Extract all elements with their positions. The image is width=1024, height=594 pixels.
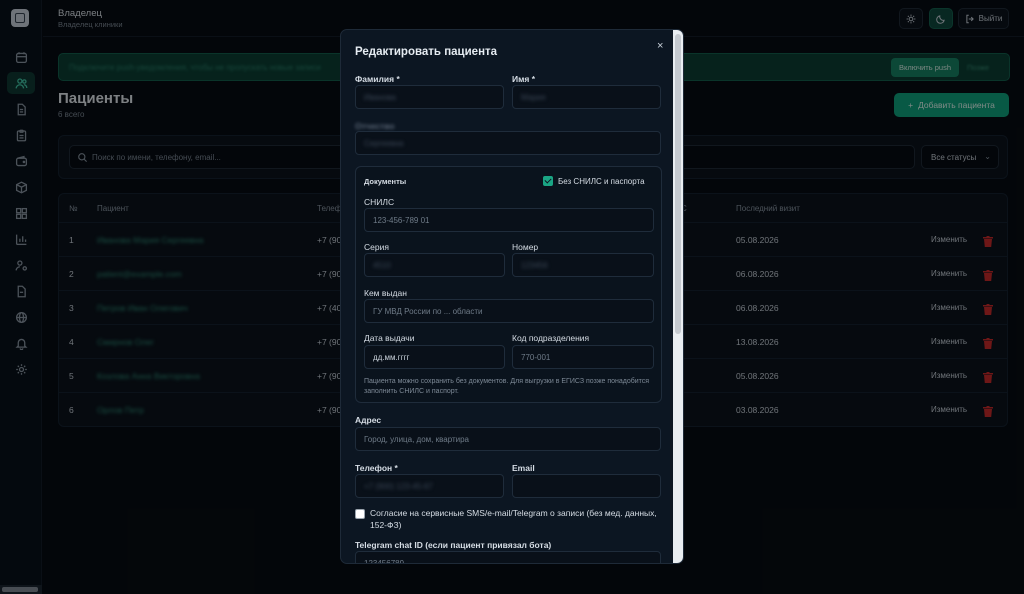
passport-number-input[interactable]: 123456 [512,253,654,277]
issued-by-input[interactable]: ГУ МВД России по ... области [364,299,654,323]
phone-value: +7 (900) 123-45-67 [364,482,433,491]
passport-series-label: Серия [364,242,389,252]
telegram-placeholder: 123456789 [364,559,405,564]
last-name-value: Иванова [364,93,396,102]
telegram-label: Telegram chat ID (если пациент привязал … [355,540,552,550]
address-placeholder: Город, улица, дом, квартира [364,435,469,444]
dept-code-input[interactable]: 770-001 [512,345,654,369]
edit-patient-modal: Редактировать пациента × Фамилия * Ивано… [340,29,684,564]
email-label: Email [512,463,535,473]
issue-date-placeholder: дд.мм.гггг [373,353,410,362]
issue-date-label: Дата выдачи [364,333,415,343]
close-icon[interactable]: × [657,40,663,52]
no-docs-label: Без СНИЛС и паспорта [558,177,645,186]
last-name-label: Фамилия * [355,74,400,84]
documents-hint: Пациента можно сохранить без документов.… [364,378,650,395]
issued-by-placeholder: ГУ МВД России по ... области [373,307,483,316]
email-input[interactable] [512,474,661,498]
issue-date-input[interactable]: дд.мм.гггг [364,345,505,369]
middle-name-label: Отчество [355,121,395,131]
last-name-input[interactable]: Иванова [355,85,504,109]
first-name-label: Имя * [512,74,536,84]
phone-input[interactable]: +7 (900) 123-45-67 [355,474,504,498]
documents-title: Документы [364,177,407,186]
dept-code-label: Код подразделения [512,333,590,343]
middle-name-value: Сергеевна [364,139,404,148]
first-name-value: Мария [521,93,546,102]
issued-by-label: Кем выдан [364,288,407,298]
telegram-input[interactable]: 123456789 [355,551,661,564]
address-input[interactable]: Город, улица, дом, квартира [355,427,661,451]
documents-section: Документы Без СНИЛС и паспорта СНИЛС 123… [355,166,662,403]
snils-label: СНИЛС [364,197,395,207]
phone-label: Телефон * [355,463,398,473]
passport-number-value: 123456 [521,261,548,270]
consent-label: Согласие на сервисные SMS/e-mail/Telegra… [370,508,657,530]
passport-series-value: 4510 [373,261,391,270]
modal-scrollbar[interactable] [673,30,683,563]
snils-input[interactable]: 123-456-789 01 [364,208,654,232]
passport-number-label: Номер [512,242,539,252]
address-label: Адрес [355,415,382,425]
modal-title: Редактировать пациента [355,46,498,58]
no-docs-checkbox[interactable] [543,176,553,186]
snils-placeholder: 123-456-789 01 [373,216,430,225]
middle-name-input[interactable]: Сергеевна [355,131,661,155]
consent-checkbox[interactable] [355,509,365,519]
first-name-input[interactable]: Мария [512,85,661,109]
dept-code-placeholder: 770-001 [521,353,551,362]
passport-series-input[interactable]: 4510 [364,253,505,277]
